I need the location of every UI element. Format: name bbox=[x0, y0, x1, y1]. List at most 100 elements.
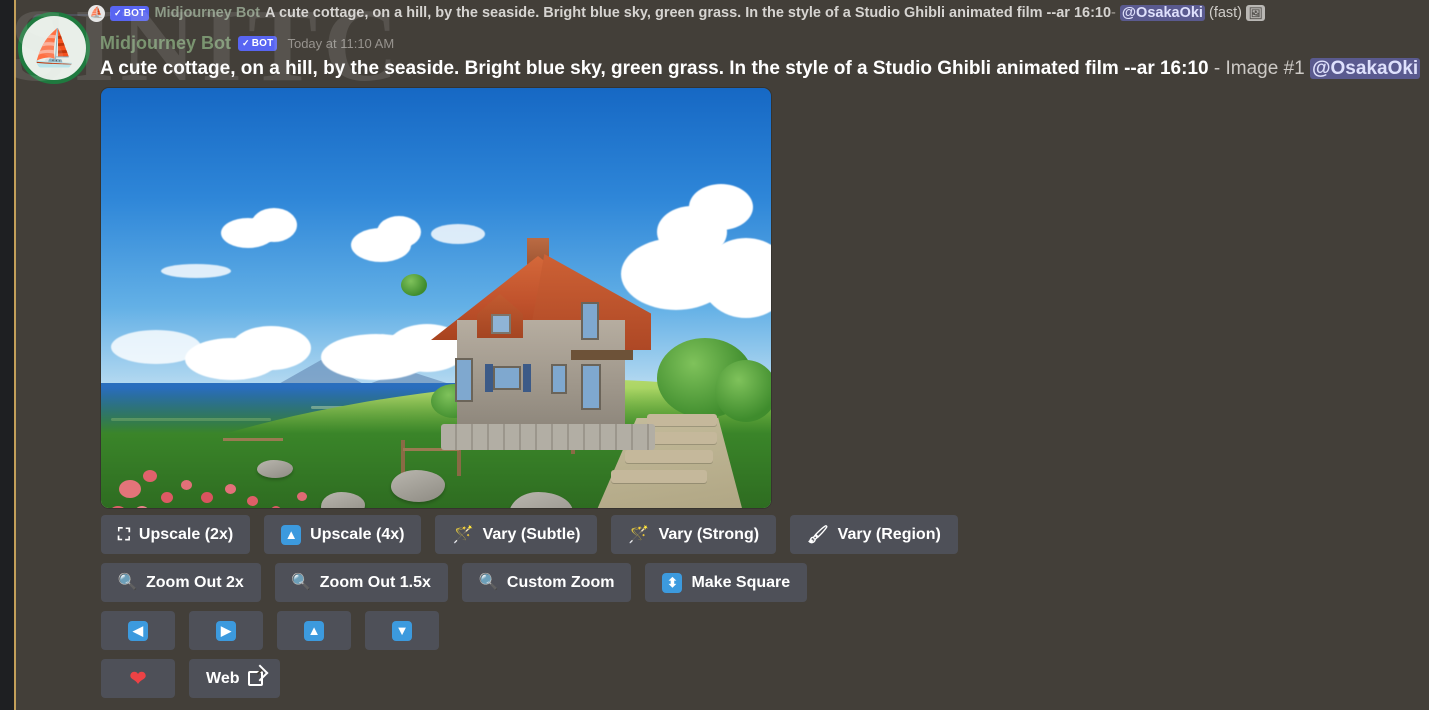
image-stone-step bbox=[611, 470, 707, 483]
pan-down-button[interactable]: ▼ bbox=[365, 611, 439, 650]
image-flower bbox=[181, 480, 192, 490]
web-button[interactable]: Web bbox=[189, 659, 281, 698]
button-label: Zoom Out 1.5x bbox=[319, 573, 431, 591]
image-tree bbox=[401, 274, 427, 296]
reply-avatar: ⛵ bbox=[88, 4, 105, 22]
referenced-message[interactable]: ⛵ ✓ BOT Midjourney Bot A cute cottage, o… bbox=[88, 2, 1425, 24]
arrow-right-icon: ▶ bbox=[216, 620, 236, 641]
image-shutter bbox=[523, 364, 531, 392]
image-flower bbox=[119, 480, 141, 498]
verified-check-icon: ✓ bbox=[114, 7, 122, 18]
avatar[interactable]: ⛵ bbox=[18, 12, 90, 84]
message-components: ⛶ Upscale (2x) ▲ Upscale (4x) 🪄 Vary (Su… bbox=[101, 515, 958, 707]
arrow-up-icon: ▲ bbox=[304, 620, 324, 641]
image-rock bbox=[257, 460, 293, 478]
reply-content: A cute cottage, on a hill, by the seasid… bbox=[265, 4, 1266, 22]
heart-icon: ❤ bbox=[129, 667, 147, 690]
expand-arrows-icon: ⛶ bbox=[118, 525, 130, 544]
image-window bbox=[581, 364, 601, 410]
image-cloud bbox=[161, 264, 231, 278]
button-row-4: ❤ Web bbox=[101, 659, 958, 698]
image-flower bbox=[297, 492, 307, 501]
button-label: Vary (Strong) bbox=[658, 525, 760, 543]
pan-left-button[interactable]: ◀ bbox=[101, 611, 175, 650]
reply-user-mention[interactable]: @OsakaOki bbox=[1119, 4, 1205, 21]
message-separator: - bbox=[1213, 58, 1221, 79]
image-cloud bbox=[251, 208, 297, 242]
image-window bbox=[493, 366, 521, 390]
image-cloud bbox=[231, 326, 311, 370]
message-header: Midjourney Bot ✓ BOT Today at 11:10 AM bbox=[100, 33, 394, 54]
button-label: Upscale (4x) bbox=[310, 525, 405, 543]
upscale-4x-button[interactable]: ▲ Upscale (4x) bbox=[264, 515, 422, 554]
zoom-out-2x-button[interactable]: 🔍 Zoom Out 2x bbox=[101, 563, 261, 602]
verified-check-icon: ✓ bbox=[242, 38, 250, 48]
vary-region-button[interactable]: 🖌 Vary (Region) bbox=[790, 515, 958, 554]
button-label: Vary (Region) bbox=[837, 525, 941, 543]
zoom-out-1-5x-button[interactable]: 🔍 Zoom Out 1.5x bbox=[274, 563, 448, 602]
reply-bot-badge: ✓ BOT bbox=[110, 5, 150, 21]
pan-right-button[interactable]: ▶ bbox=[189, 611, 263, 650]
image-flower bbox=[143, 470, 157, 482]
image-window bbox=[455, 358, 473, 402]
message-image-label: Image #1 bbox=[1225, 58, 1305, 79]
reply-bot-badge-label: BOT bbox=[123, 7, 146, 19]
image-rock bbox=[391, 470, 445, 502]
image-tree bbox=[715, 360, 771, 422]
paintbrush-icon: 🖌 bbox=[807, 525, 829, 544]
upscale-2x-button[interactable]: ⛶ Upscale (2x) bbox=[101, 515, 251, 554]
image-cloud bbox=[377, 216, 421, 248]
image-stone-wall bbox=[441, 424, 655, 450]
image-cottage bbox=[431, 238, 661, 453]
image-flower bbox=[271, 506, 281, 508]
button-label: Web bbox=[206, 669, 240, 687]
image-flower bbox=[247, 496, 258, 506]
message-user-mention[interactable]: @OsakaOki bbox=[1310, 58, 1421, 79]
image-window bbox=[551, 364, 567, 394]
arrow-down-icon: ▼ bbox=[392, 620, 412, 641]
image-flower bbox=[161, 492, 173, 503]
button-label: Make Square bbox=[691, 573, 791, 591]
vary-subtle-button[interactable]: 🪄 Vary (Subtle) bbox=[435, 515, 598, 554]
make-square-button[interactable]: ⬍ Make Square bbox=[645, 563, 808, 602]
button-row-3: ◀ ▶ ▲ ▼ bbox=[101, 611, 958, 650]
image-window bbox=[581, 302, 599, 340]
button-row-1: ⛶ Upscale (2x) ▲ Upscale (4x) 🪄 Vary (Su… bbox=[101, 515, 958, 554]
sparkles-wand-icon: 🪄 bbox=[452, 525, 474, 544]
button-label: Zoom Out 2x bbox=[146, 573, 244, 591]
message-prompt-text: A cute cottage, on a hill, by the seasid… bbox=[100, 58, 1209, 79]
image-flower bbox=[225, 484, 236, 494]
vary-strong-button[interactable]: 🪄 Vary (Strong) bbox=[611, 515, 777, 554]
sailboat-icon: ⛵ bbox=[31, 27, 77, 68]
up-down-arrow-icon: ⬍ bbox=[662, 572, 683, 593]
image-fence-rail bbox=[223, 438, 283, 441]
message-bot-badge-label: BOT bbox=[251, 38, 274, 49]
image-shutter bbox=[485, 364, 493, 392]
message-bot-badge: ✓ BOT bbox=[238, 36, 278, 51]
reply-author-name[interactable]: Midjourney Bot bbox=[154, 5, 260, 21]
magnifying-glass-icon: 🔍 bbox=[291, 573, 312, 591]
message-content: A cute cottage, on a hill, by the seasid… bbox=[100, 58, 1421, 80]
image-flower bbox=[201, 492, 213, 503]
message-author-name[interactable]: Midjourney Bot bbox=[100, 33, 231, 54]
pan-up-button[interactable]: ▲ bbox=[277, 611, 351, 650]
image-cloud bbox=[689, 184, 753, 230]
reply-mode-label: (fast) bbox=[1208, 4, 1243, 21]
custom-zoom-button[interactable]: 🔍 Custom Zoom bbox=[461, 563, 632, 602]
external-link-icon bbox=[248, 671, 264, 686]
image-dormer-window bbox=[491, 314, 511, 334]
magnifying-glass-icon: 🔍 bbox=[117, 573, 138, 591]
favorite-button[interactable]: ❤ bbox=[101, 659, 175, 698]
arrow-left-icon: ◀ bbox=[128, 620, 148, 641]
button-label: Upscale (2x) bbox=[138, 525, 234, 543]
image-cloud bbox=[111, 330, 201, 364]
button-label: Custom Zoom bbox=[506, 573, 615, 591]
magnifying-glass-icon: 🔍 bbox=[478, 573, 499, 591]
discord-app-window: ⛵ ✓ BOT Midjourney Bot A cute cottage, o… bbox=[0, 0, 1429, 710]
sparkles-wand-icon: 🪄 bbox=[628, 525, 650, 544]
image-attachment-icon: 🖼 bbox=[1246, 5, 1266, 22]
generated-image[interactable] bbox=[101, 88, 771, 508]
reply-separator: - bbox=[1111, 4, 1116, 21]
image-balcony bbox=[571, 350, 633, 360]
sailboat-icon: ⛵ bbox=[89, 6, 104, 19]
